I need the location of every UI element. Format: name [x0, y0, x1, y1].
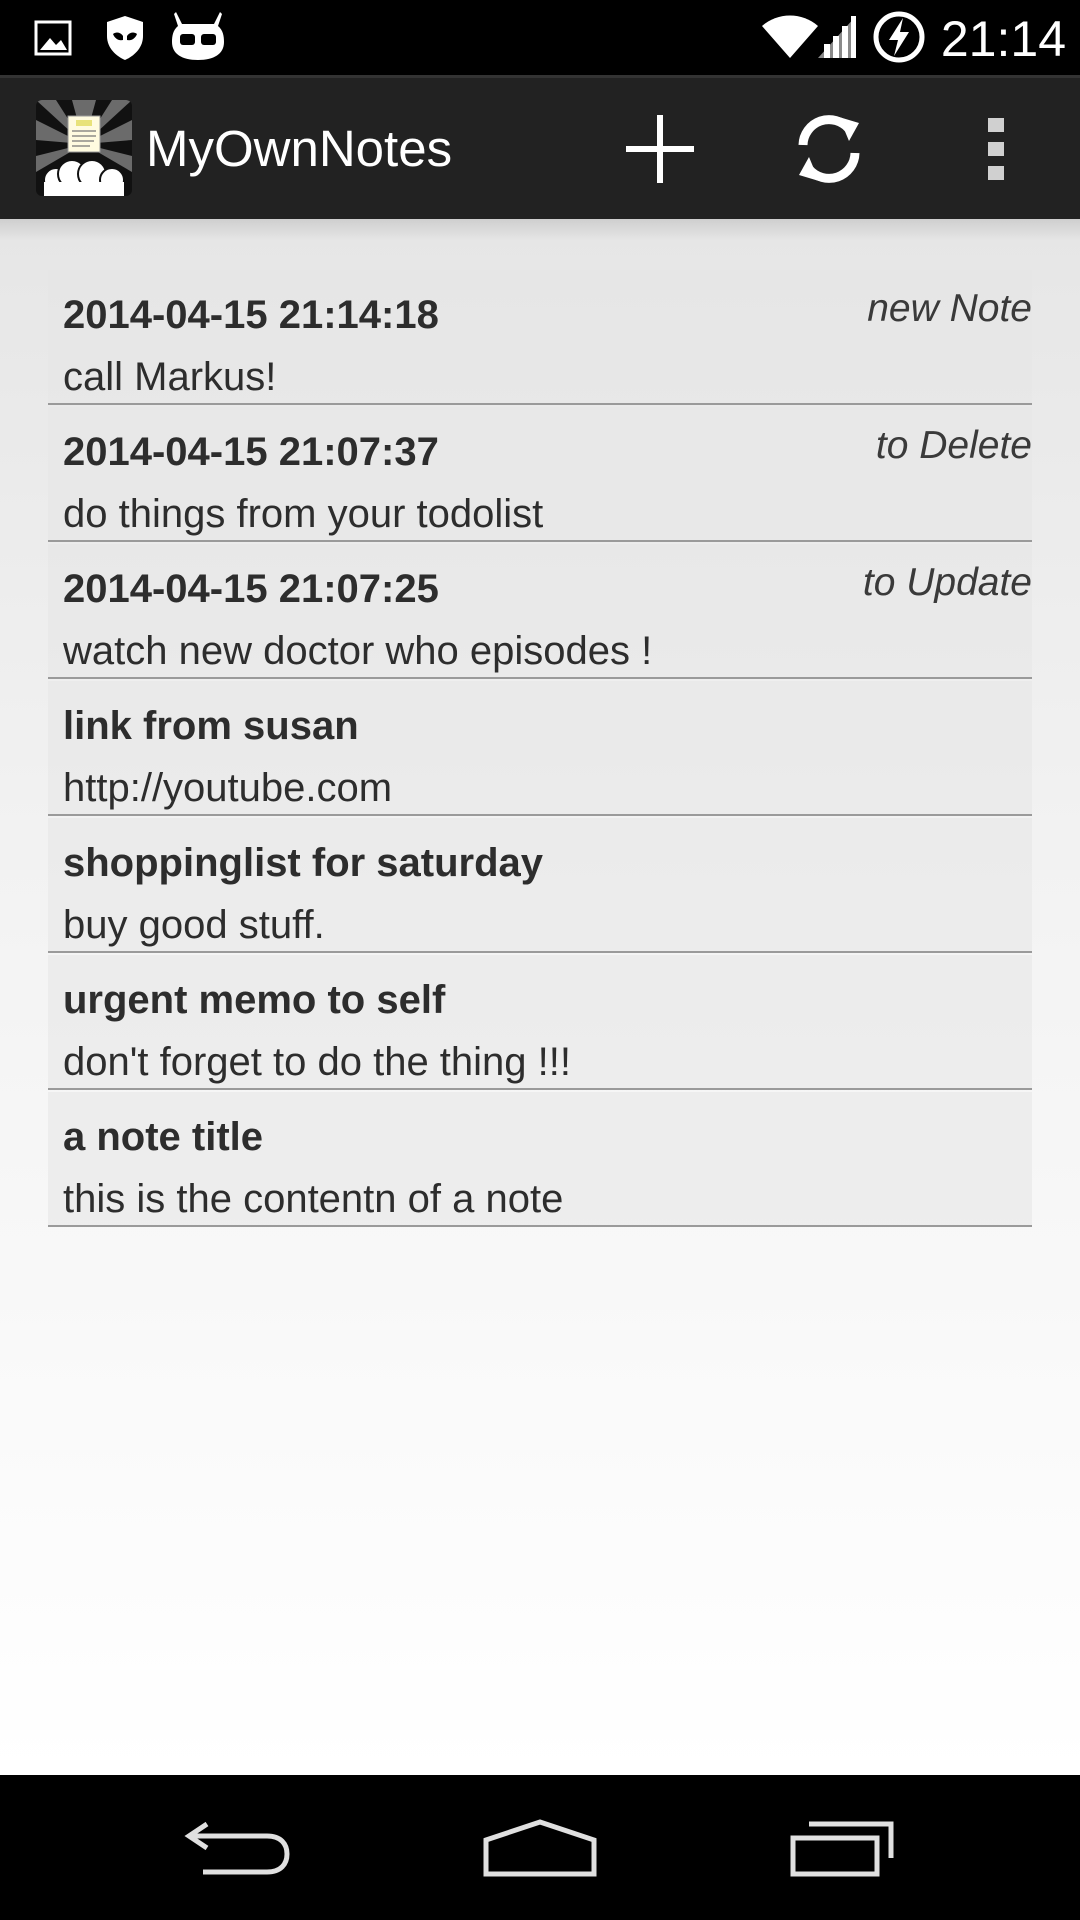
- cyanogen-mascot-icon: [172, 12, 224, 60]
- note-item[interactable]: 2014-04-15 21:07:37 to Delete do things …: [48, 407, 1032, 542]
- signal-icon: [818, 16, 856, 58]
- note-title: link from susan: [63, 704, 359, 748]
- sync-button[interactable]: [754, 78, 904, 219]
- status-time: 21:14: [940, 11, 1066, 67]
- app-logo[interactable]: [36, 100, 132, 196]
- recents-icon: [790, 1821, 894, 1876]
- note-content: http://youtube.com: [63, 766, 393, 810]
- status-bar: 21:14: [0, 0, 1080, 75]
- note-content: call Markus!: [63, 355, 277, 399]
- sync-icon: [798, 114, 860, 183]
- note-title: 2014-04-15 21:07:25: [63, 567, 439, 611]
- note-item[interactable]: link from susan http://youtube.com: [48, 681, 1032, 816]
- home-icon: [483, 1818, 597, 1876]
- battery-charging-icon: [873, 11, 925, 63]
- back-button[interactable]: [138, 1795, 338, 1900]
- add-icon: [626, 114, 694, 183]
- notes-screen: 2014-04-15 21:14:18 new Note call Markus…: [0, 219, 1080, 1775]
- note-content: do things from your todolist: [63, 492, 544, 536]
- back-icon: [184, 1821, 290, 1874]
- note-content: watch new doctor who episodes !: [63, 629, 653, 673]
- overflow-menu-icon: [988, 117, 1004, 180]
- note-item[interactable]: urgent memo to self don't forget to do t…: [48, 955, 1032, 1090]
- overflow-menu-button[interactable]: [921, 78, 1071, 219]
- note-item[interactable]: shoppinglist for saturday buy good stuff…: [48, 818, 1032, 953]
- image-icon: [34, 20, 72, 56]
- note-item[interactable]: a note title this is the contentn of a n…: [48, 1092, 1032, 1227]
- note-content: don't forget to do the thing !!!: [63, 1040, 571, 1084]
- note-status: to Update: [862, 561, 1032, 604]
- note-status: to Delete: [875, 424, 1032, 467]
- navigation-bar: [0, 1775, 1080, 1920]
- note-content: this is the contentn of a note: [63, 1177, 564, 1221]
- app-logo-icon: [36, 100, 132, 196]
- note-title: a note title: [63, 1115, 264, 1159]
- note-item[interactable]: 2014-04-15 21:07:25 to Update watch new …: [48, 544, 1032, 679]
- note-title: 2014-04-15 21:14:18: [63, 293, 439, 337]
- add-note-button[interactable]: [585, 78, 735, 219]
- home-button[interactable]: [440, 1795, 640, 1900]
- note-status: new Note: [867, 287, 1032, 330]
- note-item[interactable]: 2014-04-15 21:14:18 new Note call Markus…: [48, 270, 1032, 405]
- note-title: 2014-04-15 21:07:37: [63, 430, 439, 474]
- action-bar: MyOwnNotes: [0, 75, 1080, 219]
- wifi-icon: [762, 15, 818, 58]
- note-title: shoppinglist for saturday: [63, 841, 544, 885]
- recents-button[interactable]: [742, 1795, 942, 1900]
- note-title: urgent memo to self: [63, 978, 446, 1022]
- app-title: MyOwnNotes: [146, 120, 453, 177]
- shield-icon: [107, 16, 143, 60]
- note-list: 2014-04-15 21:14:18 new Note call Markus…: [48, 270, 1032, 1227]
- note-content: buy good stuff.: [63, 903, 325, 947]
